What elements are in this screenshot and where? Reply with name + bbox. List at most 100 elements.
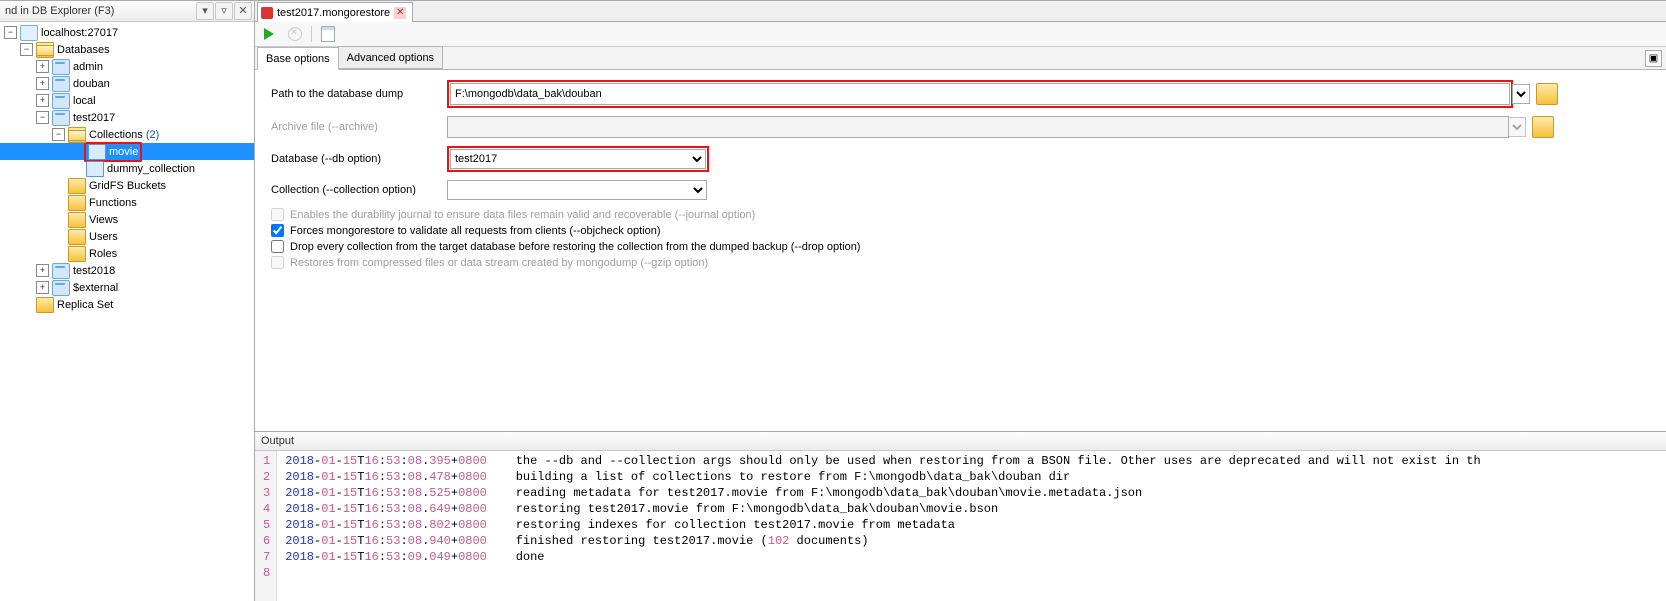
tree-label: douban — [73, 78, 110, 90]
run-button[interactable] — [259, 24, 279, 44]
document-tabbar: test2017.mongorestore ✕ — [255, 1, 1666, 22]
expand-panel-button[interactable]: ▣ — [1645, 50, 1662, 67]
tree-label: Collections — [89, 129, 143, 141]
tree-label: Roles — [89, 248, 117, 260]
folder-icon — [68, 195, 86, 211]
tree-roles[interactable]: + Roles — [0, 245, 254, 262]
expand-icon[interactable]: + — [36, 77, 49, 90]
db-tree[interactable]: − localhost:27017 − Databases + admin + … — [0, 22, 254, 601]
output-body[interactable]: 12345678 2018-01-15T16:53:08.395+0800 th… — [255, 451, 1666, 601]
database-icon — [52, 110, 70, 126]
tree-label: Functions — [89, 197, 137, 209]
expand-icon[interactable]: − — [52, 128, 65, 141]
tree-db-admin[interactable]: + admin — [0, 58, 254, 75]
tree-label: GridFS Buckets — [89, 180, 166, 192]
database-icon — [52, 280, 70, 296]
db-explorer-panel: nd in DB Explorer (F3) ▾ ▿ ✕ − localhost… — [0, 1, 255, 601]
archive-label: Archive file (--archive) — [271, 121, 447, 133]
new-doc-button[interactable] — [318, 24, 338, 44]
host-icon — [20, 25, 38, 41]
sidebar-title: nd in DB Explorer (F3) — [2, 5, 195, 17]
tree-label: dummy_collection — [107, 163, 195, 175]
stop-button[interactable] — [285, 24, 305, 44]
editor-toolbar — [255, 22, 1666, 47]
tree-views[interactable]: + Views — [0, 211, 254, 228]
browse-path-button[interactable] — [1536, 83, 1558, 105]
tree-users[interactable]: + Users — [0, 228, 254, 245]
stop-icon — [288, 27, 302, 41]
tree-label: Users — [89, 231, 118, 243]
expand-icon[interactable]: − — [20, 43, 33, 56]
path-input[interactable] — [450, 83, 1510, 105]
tree-db-douban[interactable]: + douban — [0, 75, 254, 92]
drop-checkbox[interactable] — [271, 240, 284, 253]
output-gutter: 12345678 — [255, 451, 277, 601]
collection-label: Collection (--collection option) — [271, 184, 447, 196]
database-icon — [52, 263, 70, 279]
tree-db-local[interactable]: + local — [0, 92, 254, 109]
drop-checkbox-row[interactable]: Drop every collection from the target da… — [271, 240, 1654, 253]
tree-functions[interactable]: + Functions — [0, 194, 254, 211]
expand-icon[interactable]: + — [36, 60, 49, 73]
tree-gridfs[interactable]: + GridFS Buckets — [0, 177, 254, 194]
tree-collection-movie[interactable]: + movie — [0, 143, 254, 160]
mongorestore-icon — [261, 7, 273, 19]
database-icon — [52, 93, 70, 109]
tree-collection-dummy[interactable]: + dummy_collection — [0, 160, 254, 177]
output-log: 2018-01-15T16:53:08.395+0800 the --db an… — [277, 451, 1480, 601]
output-title: Output — [255, 432, 1666, 451]
folder-icon — [36, 297, 54, 313]
sidebar-minimize-icon[interactable]: ▿ — [215, 2, 233, 20]
objcheck-checkbox-row[interactable]: Forces mongorestore to validate all requ… — [271, 224, 1654, 237]
database-label: Database (--db option) — [271, 153, 447, 165]
folder-icon — [68, 229, 86, 245]
tree-label: movie — [109, 146, 138, 158]
gzip-checkbox — [271, 256, 284, 269]
expand-icon[interactable]: + — [36, 94, 49, 107]
tree-label: local — [73, 95, 96, 107]
tree-label: Databases — [57, 44, 110, 56]
gzip-checkbox-row: Restores from compressed files or data s… — [271, 256, 1654, 269]
tree-label: Views — [89, 214, 118, 226]
count-label: (2) — [146, 129, 159, 141]
tab-base-options[interactable]: Base options — [257, 47, 339, 70]
options-tabbar: Base options Advanced options ▣ — [255, 47, 1666, 70]
editor-area: test2017.mongorestore ✕ Base options Adv… — [255, 1, 1666, 601]
sidebar-header: nd in DB Explorer (F3) ▾ ▿ ✕ — [0, 1, 254, 22]
tree-db-test2017[interactable]: − test2017 — [0, 109, 254, 126]
folder-icon — [68, 127, 86, 143]
sidebar-dropdown-icon[interactable]: ▾ — [196, 2, 214, 20]
tree-databases[interactable]: − Databases — [0, 41, 254, 58]
browse-archive-button[interactable] — [1532, 116, 1554, 138]
database-icon — [52, 59, 70, 75]
tab-advanced-options[interactable]: Advanced options — [338, 46, 443, 69]
tree-label: admin — [73, 61, 103, 73]
tab-title: test2017.mongorestore — [277, 7, 390, 19]
tree-db-external[interactable]: + $external — [0, 279, 254, 296]
objcheck-checkbox[interactable] — [271, 224, 284, 237]
document-tab[interactable]: test2017.mongorestore ✕ — [257, 2, 413, 22]
output-panel: Output 12345678 2018-01-15T16:53:08.395+… — [255, 431, 1666, 601]
tree-db-test2018[interactable]: + test2018 — [0, 262, 254, 279]
expand-icon[interactable]: − — [4, 26, 17, 39]
archive-input — [447, 116, 1509, 138]
path-history-dropdown[interactable] — [1512, 84, 1530, 104]
tree-label: localhost:27017 — [41, 27, 118, 39]
journal-checkbox-row: Enables the durability journal to ensure… — [271, 208, 1654, 221]
tree-replica-set[interactable]: + Replica Set — [0, 296, 254, 313]
archive-history-dropdown — [1508, 117, 1526, 137]
journal-checkbox — [271, 208, 284, 221]
expand-icon[interactable]: + — [36, 264, 49, 277]
options-form: Path to the database dump Archive file (… — [255, 70, 1666, 278]
close-icon[interactable]: ✕ — [394, 7, 406, 19]
folder-icon — [68, 178, 86, 194]
database-select[interactable]: test2017 — [450, 149, 706, 169]
collection-select[interactable] — [447, 180, 707, 200]
document-icon — [321, 26, 335, 42]
expand-icon[interactable]: − — [36, 111, 49, 124]
expand-icon[interactable]: + — [36, 281, 49, 294]
folder-icon — [68, 212, 86, 228]
tree-collections[interactable]: − Collections (2) — [0, 126, 254, 143]
tree-host[interactable]: − localhost:27017 — [0, 24, 254, 41]
sidebar-close-icon[interactable]: ✕ — [234, 2, 252, 20]
